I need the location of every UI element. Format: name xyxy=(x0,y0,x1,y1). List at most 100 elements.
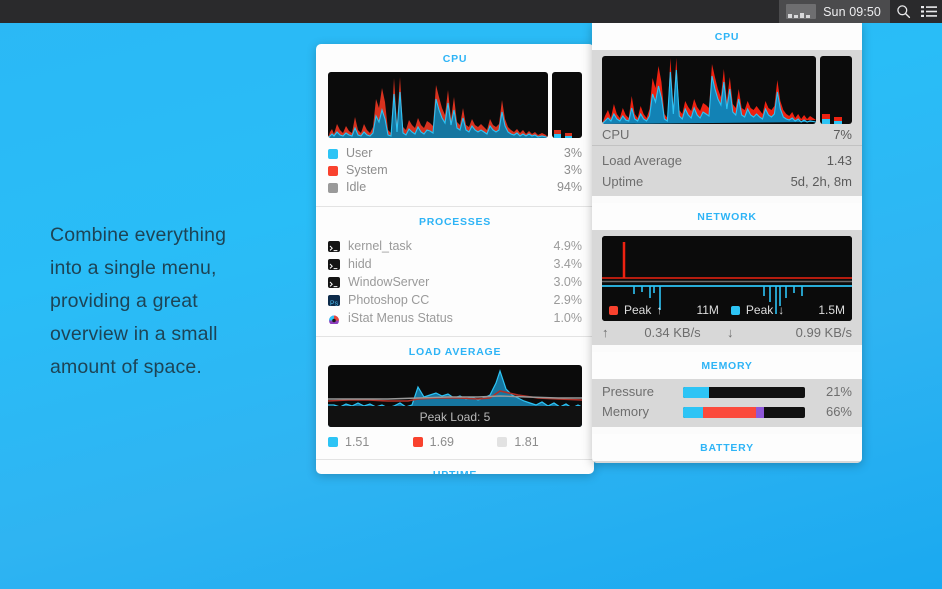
swatch-peak-up-icon xyxy=(609,305,618,315)
process-value: 4.9% xyxy=(553,239,583,253)
process-name: Photoshop CC xyxy=(348,293,430,307)
legend-value: 94% xyxy=(556,180,582,194)
peak-down-label: Peak xyxy=(745,303,774,317)
marketing-copy: Combine everything into a single menu, p… xyxy=(50,219,318,384)
section-title-load-average: LOAD AVERAGE xyxy=(408,346,502,358)
swatch-user-icon xyxy=(328,148,338,159)
process-value: 1.0% xyxy=(553,311,583,325)
terminal-icon xyxy=(328,258,340,270)
uptime-label: Uptime xyxy=(602,174,644,189)
cpu-usage-row: CPU 7% xyxy=(602,124,852,145)
peak-up-label: Peak xyxy=(624,303,652,317)
list-menu-icon[interactable] xyxy=(916,0,942,23)
copy-line: providing a great xyxy=(50,290,198,312)
legend-value: 1.69 xyxy=(429,435,455,449)
cpu-graph-row xyxy=(316,72,594,138)
peak-load-label: Peak Load: 5 xyxy=(328,406,582,427)
load-average-graph: Peak Load: 5 xyxy=(328,365,582,427)
cpu-section: CPU 7% xyxy=(592,50,862,145)
swatch-peak-down-icon xyxy=(730,305,740,315)
load-average-value: 1.43 xyxy=(826,153,852,168)
legend-value: 1.81 xyxy=(514,435,539,449)
section-title-cpu: CPU xyxy=(442,53,468,65)
legend-value: 3% xyxy=(563,146,582,160)
process-value: 3.4% xyxy=(553,257,583,271)
load-average-row: Load Average 1.43 xyxy=(602,150,852,171)
memory-section: Pressure 21% Memory 66% xyxy=(592,379,862,427)
copy-line: Combine everything xyxy=(50,224,227,246)
bar-segment-compressed xyxy=(756,406,764,418)
cpu-value: 7% xyxy=(833,127,852,142)
network-rate-row: ↑ 0.34 KB/s ↓ 0.99 KB/s xyxy=(602,321,852,345)
up-arrow-icon: ↑ xyxy=(656,303,663,317)
swatch-idle-icon xyxy=(328,182,338,193)
cpu-history-graph xyxy=(602,56,816,124)
section-title-network: NETWORK xyxy=(592,203,862,230)
section-title-uptime: UPTIME xyxy=(316,460,594,474)
search-icon[interactable] xyxy=(890,0,916,23)
legend-item: Peak ↓ xyxy=(730,303,785,317)
load-graph-row: Peak Load: 5 xyxy=(316,365,594,427)
legend-item: 1.51 xyxy=(328,435,413,449)
cpu-graph-row xyxy=(602,50,852,124)
list-item[interactable]: iStat Menus Status 1.0% xyxy=(328,309,582,327)
network-peak-legend: Peak ↑ 11M Peak ↓ 1.5M xyxy=(602,299,852,321)
legend-item: Peak ↑ xyxy=(609,303,662,317)
network-graph: Peak ↑ 11M Peak ↓ 1.5M xyxy=(602,236,852,321)
process-name: WindowServer xyxy=(348,275,430,289)
bar-segment-wired xyxy=(683,406,703,418)
list-item[interactable]: Ps Photoshop CC 2.9% xyxy=(328,291,582,309)
memory-bar xyxy=(683,406,805,418)
network-section: Peak ↑ 11M Peak ↓ 1.5M ↑ 0.34 KB/s ↓ 0.9… xyxy=(592,230,862,345)
rate-up-value: 0.34 KB/s xyxy=(644,325,701,340)
list-item[interactable]: WindowServer 3.0% xyxy=(328,273,582,291)
copy-line: amount of space. xyxy=(50,356,202,378)
memory-label: Memory xyxy=(602,404,649,419)
cpu-label: CPU xyxy=(602,127,630,142)
load-average-legend: 1.51 1.69 1.81 xyxy=(316,427,594,459)
memory-pressure-label: Pressure xyxy=(602,384,655,399)
cpu-summary-section: Load Average 1.43 Uptime 5d, 2h, 8m xyxy=(592,146,862,196)
legend-item: 1.81 xyxy=(497,435,582,449)
swatch-load5-icon xyxy=(412,437,423,447)
legend-label: Idle xyxy=(346,180,367,194)
section-title-processes: PROCESSES xyxy=(418,216,492,228)
legend-label: User xyxy=(346,146,373,160)
terminal-icon xyxy=(328,276,340,288)
copy-line: overview in a small xyxy=(50,323,218,345)
process-value: 3.0% xyxy=(553,275,583,289)
photoshop-icon: Ps xyxy=(328,294,340,306)
swatch-load1-icon xyxy=(328,437,338,447)
down-arrow-icon: ↓ xyxy=(778,303,785,317)
section-separator xyxy=(592,427,862,434)
terminal-icon xyxy=(328,240,340,252)
legend-item: 1.69 xyxy=(412,435,498,449)
section-title-cpu: CPU xyxy=(592,23,862,50)
list-item[interactable]: kernel_task 4.9% xyxy=(328,237,582,255)
uptime-row: Uptime 5d, 2h, 8m xyxy=(602,171,852,192)
cpu-graph-icon xyxy=(786,4,817,19)
process-value: 2.9% xyxy=(553,293,583,307)
memory-usage-row: Memory 66% xyxy=(602,402,852,422)
process-name: hidd xyxy=(348,257,372,271)
section-title-memory: MEMORY xyxy=(592,352,862,379)
menubar-dropdown-panel: CPU CPU 7% Load Average 1.43 Uptime 5d, … xyxy=(592,23,862,463)
legend-value: 3% xyxy=(563,163,582,177)
cpu-history-graph xyxy=(328,72,548,138)
legend-item: System 3% xyxy=(328,162,582,179)
legend-item: Idle 94% xyxy=(328,179,582,196)
memory-pressure-bar xyxy=(683,386,805,398)
section-title-battery: BATTERY xyxy=(592,434,862,461)
memory-pressure-row: Pressure 21% xyxy=(602,382,852,402)
list-item[interactable]: hidd 3.4% xyxy=(328,255,582,273)
peak-up-value: 11M xyxy=(696,303,719,317)
up-arrow-icon: ↑ xyxy=(602,325,609,340)
bar-segment-pressure xyxy=(683,386,709,398)
menubar-clock[interactable]: Sun 09:50 xyxy=(823,5,881,19)
copy-line: into a single menu, xyxy=(50,257,217,279)
section-separator xyxy=(592,345,862,352)
rate-down-value: 0.99 KB/s xyxy=(795,325,852,340)
memory-value: 66% xyxy=(825,404,852,419)
menubar-stat-item[interactable]: Sun 09:50 xyxy=(779,0,890,23)
load-average-label: Load Average xyxy=(602,153,682,168)
